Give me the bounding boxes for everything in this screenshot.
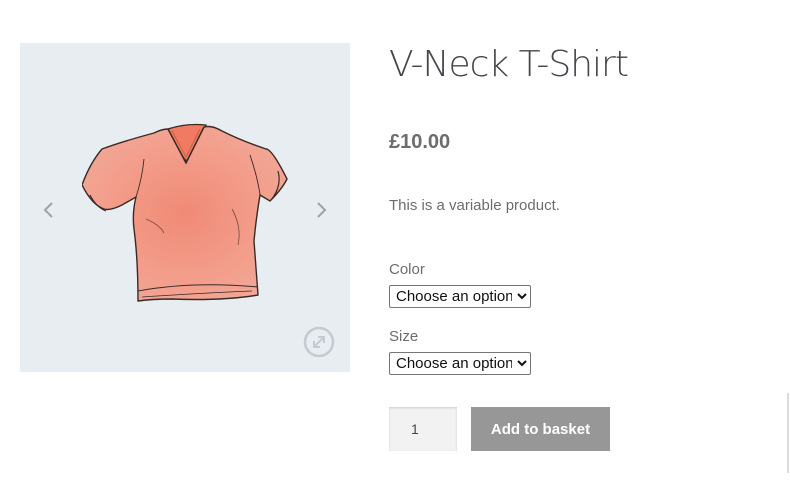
product-gallery (20, 43, 350, 372)
product-description: This is a variable product. (389, 197, 560, 214)
size-select[interactable]: Choose an option (389, 352, 531, 375)
quantity-input[interactable] (389, 407, 457, 451)
color-select[interactable]: Choose an option (389, 285, 531, 308)
color-label: Color (389, 261, 425, 278)
edge-divider (787, 393, 789, 473)
chevron-right-icon[interactable] (311, 200, 331, 220)
product-title: V-Neck T-Shirt (389, 44, 629, 85)
add-to-basket-button[interactable]: Add to basket (471, 407, 610, 451)
product-page: V-Neck T-Shirt £10.00 This is a variable… (0, 0, 790, 493)
tshirt-image[interactable] (82, 109, 290, 305)
size-label: Size (389, 328, 419, 345)
product-price: £10.00 (389, 131, 451, 153)
expand-icon[interactable] (302, 325, 336, 359)
chevron-left-icon[interactable] (39, 200, 59, 220)
